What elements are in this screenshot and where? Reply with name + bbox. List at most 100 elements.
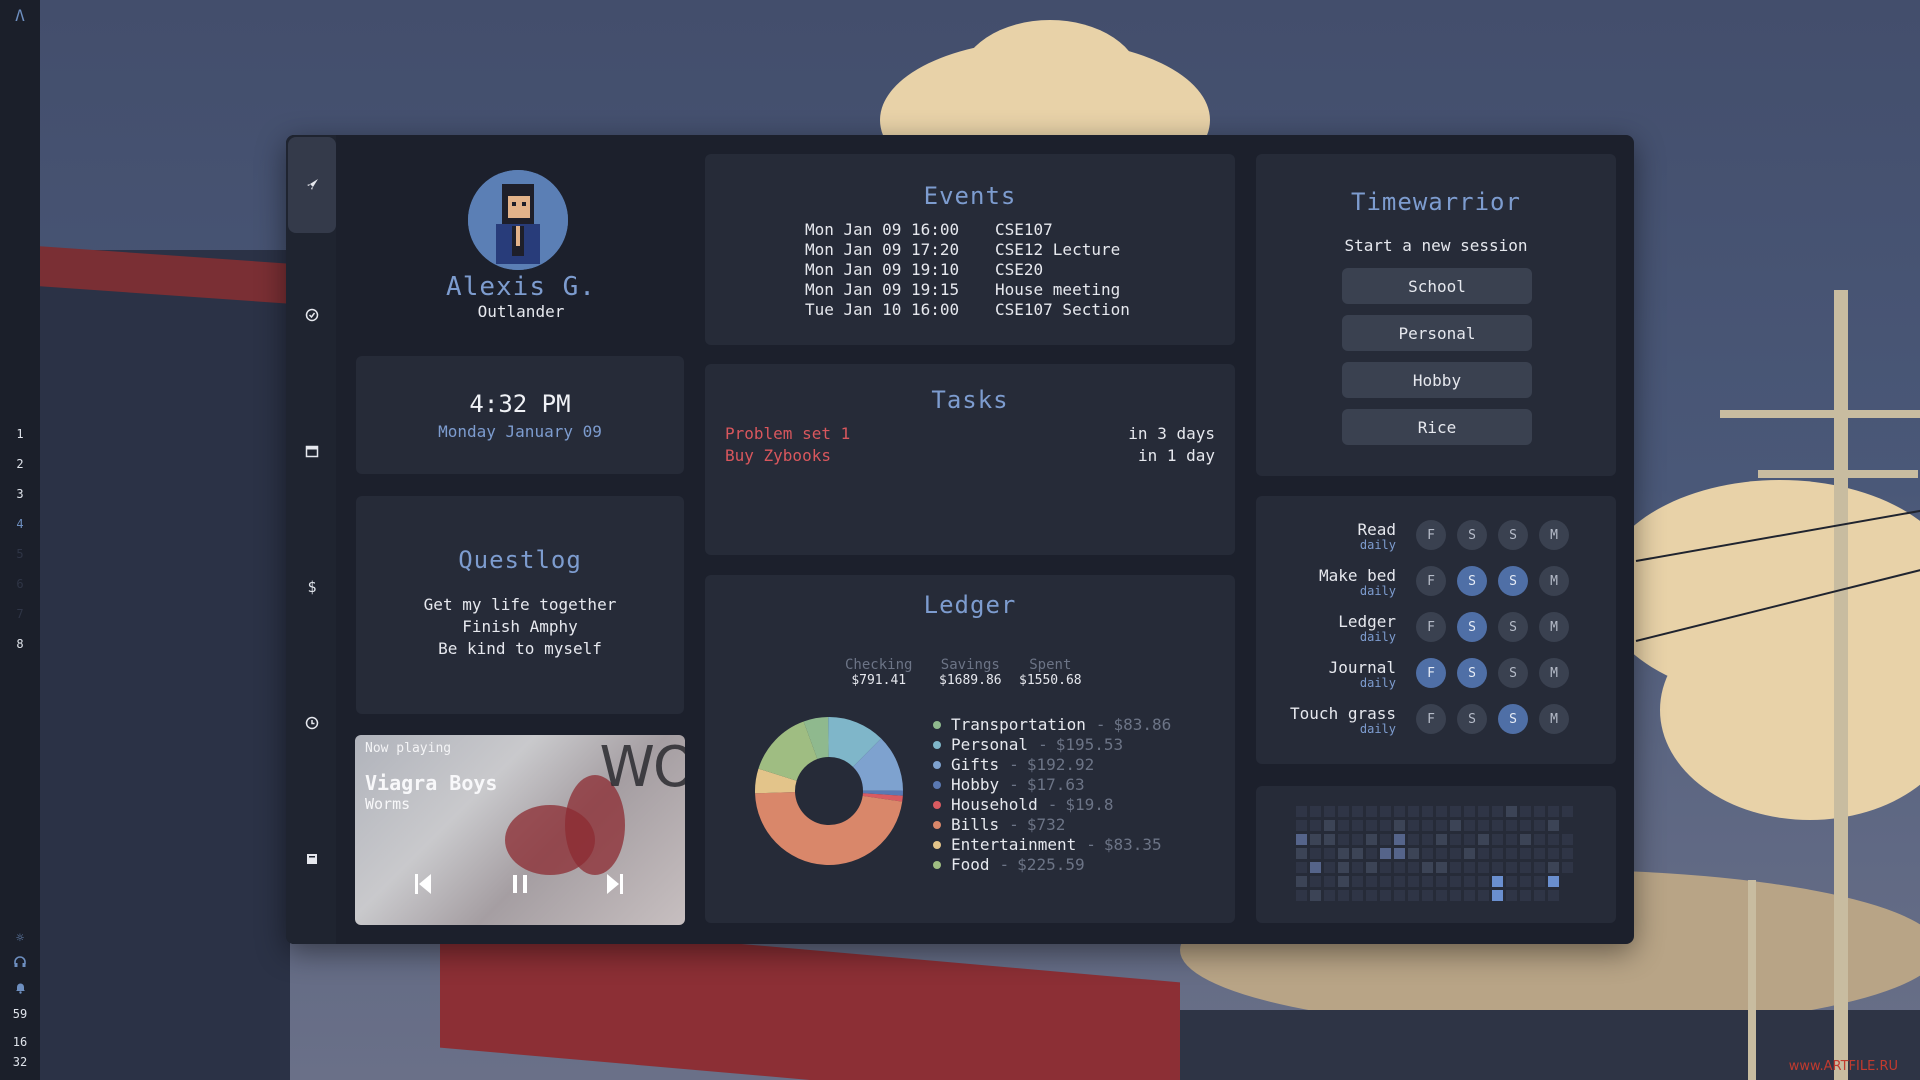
activity-cell xyxy=(1436,876,1447,887)
task-row[interactable]: Buy Zybooks in 1 day xyxy=(725,446,1215,465)
activity-cell xyxy=(1436,890,1447,901)
workspace-4[interactable]: 4 xyxy=(0,514,40,544)
habit-day-toggle[interactable]: S xyxy=(1457,658,1487,688)
activity-cell xyxy=(1338,820,1349,831)
now-playing-label: Now playing xyxy=(365,741,452,756)
spending-legend: Transportation - $83.86 Personal - $195.53 Gif… xyxy=(933,715,1171,875)
habit-day-toggle[interactable]: F xyxy=(1416,612,1446,642)
activity-cell xyxy=(1422,876,1433,887)
dock-tasks[interactable] xyxy=(288,291,336,339)
habit-frequency: daily xyxy=(1359,676,1396,690)
habit-days: FSSM xyxy=(1416,566,1569,596)
habit-days: FSSM xyxy=(1416,520,1569,550)
events-title: Events xyxy=(923,182,1017,210)
habit-day-toggle[interactable]: S xyxy=(1457,612,1487,642)
habit-day-toggle[interactable]: S xyxy=(1457,704,1487,734)
workspace-7[interactable]: 7 xyxy=(0,604,40,634)
building xyxy=(40,250,290,1080)
habit-day-toggle[interactable]: M xyxy=(1539,658,1569,688)
workspace-2[interactable]: 2 xyxy=(0,454,40,484)
activity-cell xyxy=(1450,876,1461,887)
activity-cell xyxy=(1352,862,1363,873)
event-name: CSE20 xyxy=(995,260,1044,279)
dock-ledger[interactable]: $ xyxy=(288,563,336,611)
habit-day-toggle[interactable]: F xyxy=(1416,520,1446,550)
habit-days: FSSM xyxy=(1416,704,1569,734)
session-button-school[interactable]: School xyxy=(1342,268,1532,304)
habit-day-toggle[interactable]: S xyxy=(1498,566,1528,596)
activity-cell xyxy=(1464,806,1475,817)
habit-day-toggle[interactable]: M xyxy=(1539,612,1569,642)
next-icon xyxy=(607,874,623,894)
workspace-3[interactable]: 3 xyxy=(0,484,40,514)
dock-calendar[interactable] xyxy=(288,427,336,475)
brightness-icon[interactable]: ☼ xyxy=(0,926,40,952)
legend-amount: $17.63 xyxy=(1026,775,1085,794)
habit-day-toggle[interactable]: S xyxy=(1457,520,1487,550)
activity-cell xyxy=(1492,820,1503,831)
timewarrior-subtitle: Start a new session xyxy=(1344,236,1528,255)
habit-day-toggle[interactable]: F xyxy=(1416,566,1446,596)
questlog-title: Questlog xyxy=(458,546,582,574)
event-date: Tue Jan 10 16:00 xyxy=(805,300,960,319)
workspace-1[interactable]: 1 xyxy=(0,424,40,454)
legend-swatch xyxy=(933,801,941,809)
dock-home[interactable] xyxy=(288,137,336,233)
activity-cell xyxy=(1492,806,1503,817)
activity-cell xyxy=(1548,876,1559,887)
session-button-personal[interactable]: Personal xyxy=(1342,315,1532,351)
activity-cell xyxy=(1366,806,1377,817)
activity-cell xyxy=(1436,834,1447,845)
activity-cell xyxy=(1492,834,1503,845)
habit-day-toggle[interactable]: M xyxy=(1539,520,1569,550)
bell-icon[interactable] xyxy=(0,978,40,1004)
workspace-6[interactable]: 6 xyxy=(0,574,40,604)
habit-day-toggle[interactable]: F xyxy=(1416,704,1446,734)
activity-cell xyxy=(1548,862,1559,873)
habit-day-toggle[interactable]: F xyxy=(1416,658,1446,688)
activity-cell xyxy=(1422,806,1433,817)
activity-cell xyxy=(1520,806,1531,817)
habit-day-toggle[interactable]: S xyxy=(1457,566,1487,596)
activity-cell xyxy=(1422,862,1433,873)
next-button[interactable] xyxy=(600,869,630,899)
account-label: Savings xyxy=(940,657,1000,673)
spending-donut-chart xyxy=(755,717,903,866)
task-row[interactable]: Problem set 1 in 3 days xyxy=(725,424,1215,443)
activity-cell xyxy=(1324,862,1335,873)
pause-icon xyxy=(513,875,527,893)
habit-day-toggle[interactable]: M xyxy=(1539,704,1569,734)
legend-swatch xyxy=(933,721,941,729)
habit-day-toggle[interactable]: S xyxy=(1498,704,1528,734)
timewarrior-card: Timewarrior Start a new session School Pe… xyxy=(1256,154,1616,476)
pause-button[interactable] xyxy=(505,869,535,899)
activity-cell xyxy=(1506,806,1517,817)
session-button-hobby[interactable]: Hobby xyxy=(1342,362,1532,398)
legend-item: Personal - $195.53 xyxy=(933,735,1171,755)
habit-frequency: daily xyxy=(1359,538,1396,552)
activity-cell xyxy=(1464,862,1475,873)
workspace-5[interactable]: 5 xyxy=(0,544,40,574)
legend-amount: $732 xyxy=(1026,815,1066,834)
habit-day-toggle[interactable]: M xyxy=(1539,566,1569,596)
album-art-text: WO xyxy=(599,735,685,800)
dock-time[interactable] xyxy=(288,699,336,747)
activity-cell xyxy=(1422,848,1433,859)
activity-cell xyxy=(1478,890,1489,901)
activity-cell xyxy=(1296,806,1307,817)
habit-day-toggle[interactable]: S xyxy=(1498,520,1528,550)
session-button-rice[interactable]: Rice xyxy=(1342,409,1532,445)
activity-cell xyxy=(1380,834,1391,845)
activity-cell xyxy=(1534,806,1545,817)
dock-notes[interactable] xyxy=(288,835,336,883)
previous-button[interactable] xyxy=(408,869,438,899)
legend-name: Gifts xyxy=(951,755,1000,774)
activity-cell xyxy=(1324,876,1335,887)
launcher-logo[interactable]: Λ xyxy=(15,6,25,25)
habit-day-toggle[interactable]: S xyxy=(1498,658,1528,688)
workspace-8[interactable]: 8 xyxy=(0,634,40,664)
legend-name: Food xyxy=(951,855,990,874)
volume-value: 59 xyxy=(12,1007,28,1021)
habit-day-toggle[interactable]: S xyxy=(1498,612,1528,642)
headphones-icon[interactable] xyxy=(0,952,40,978)
